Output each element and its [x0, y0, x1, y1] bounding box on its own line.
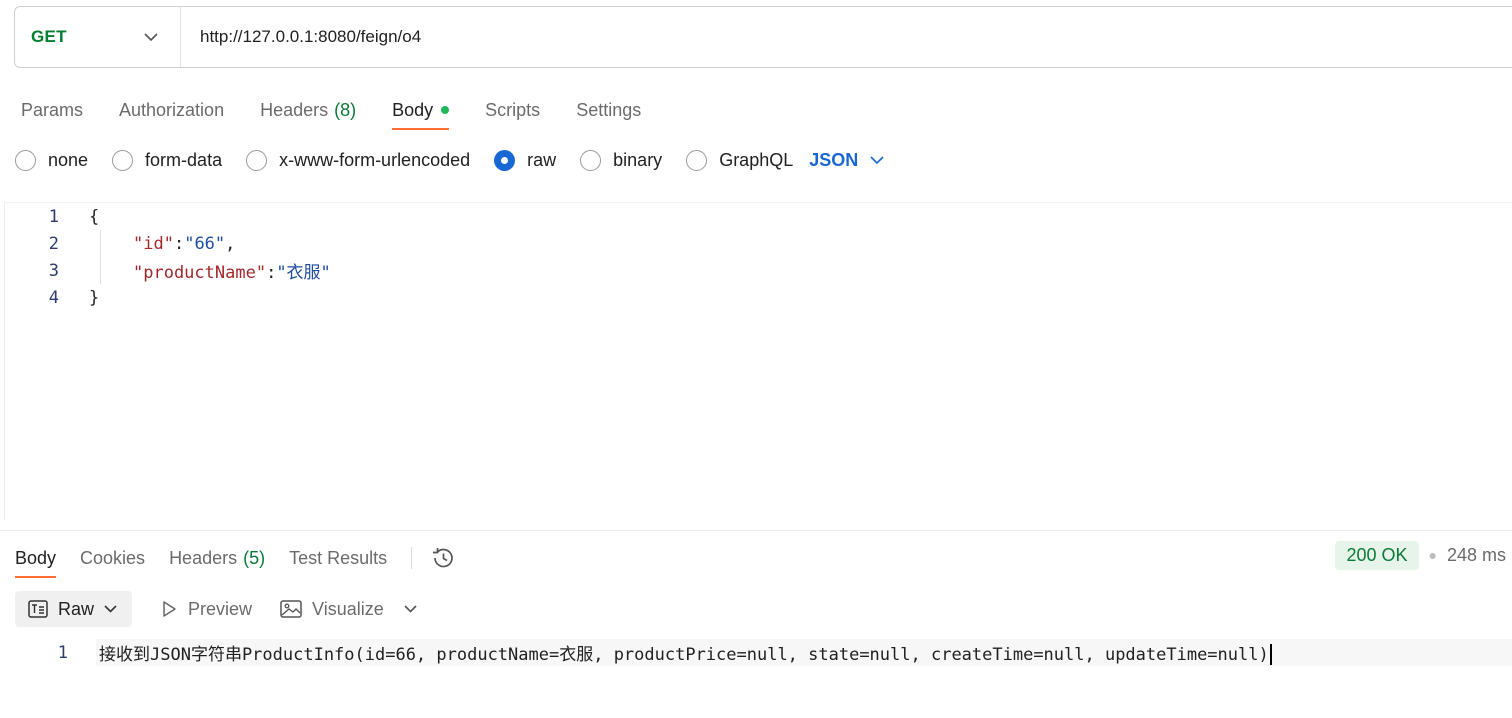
code-line: 1 { — [5, 203, 1512, 230]
body-type-form-data[interactable]: form-data — [112, 149, 223, 171]
line-number: 1 — [57, 642, 68, 663]
code-line: 3 "productName":"衣服" — [5, 257, 1512, 284]
headers-count: (5) — [243, 547, 266, 568]
method-label: GET — [31, 27, 67, 46]
code-line: 4 } — [5, 284, 1512, 311]
response-content: 接收到JSON字符串ProductInfo(id=66, productName… — [99, 644, 1269, 665]
json-tail: , — [225, 233, 236, 254]
url-input[interactable]: http://127.0.0.1:8080/feign/o4 — [181, 27, 421, 47]
modified-dot-icon — [441, 106, 450, 114]
tab-label: Body — [15, 547, 57, 568]
tab-params[interactable]: Params — [21, 90, 83, 130]
body-type-graphql[interactable]: GraphQL — [686, 149, 794, 171]
json-key: "productName" — [133, 263, 267, 283]
code-line: 2 "id":"66", — [5, 230, 1512, 257]
visualize-label: Visualize — [312, 598, 384, 619]
response-meta: 200 OK ● 248 ms — [1335, 539, 1506, 571]
json-key: "id" — [133, 233, 174, 254]
tab-label: Scripts — [485, 99, 541, 120]
resp-tab-body[interactable]: Body — [15, 538, 57, 578]
tab-label: Params — [21, 99, 84, 120]
pane-divider[interactable] — [0, 530, 1512, 531]
json-value: "衣服" — [276, 263, 331, 283]
json-value: "66" — [184, 233, 226, 254]
radio-icon[interactable] — [580, 149, 602, 171]
line-number: 1 — [48, 206, 59, 227]
status-badge[interactable]: 200 OK — [1335, 540, 1419, 570]
method-select[interactable]: GET — [15, 7, 181, 67]
response-body-line[interactable]: 1 接收到JSON字符串ProductInfo(id=66, productNa… — [0, 639, 1512, 666]
response-time[interactable]: 248 ms — [1447, 545, 1506, 566]
body-type-group: none form-data x-www-form-urlencoded raw… — [15, 146, 884, 174]
json-sep: : — [266, 263, 277, 283]
preview-label: Preview — [188, 598, 253, 619]
tab-label: Test Results — [289, 547, 388, 568]
response-tabs: Body Cookies Headers (5) Test Results — [15, 538, 456, 578]
preview-button[interactable]: Preview — [160, 599, 252, 620]
code-text: { — [89, 206, 100, 227]
tab-label: Headers — [260, 99, 329, 120]
radio-label: none — [48, 149, 89, 170]
code-text: "productName":"衣服" — [133, 258, 331, 283]
radio-label: form-data — [145, 149, 223, 170]
visualize-button[interactable]: Visualize — [280, 599, 384, 620]
body-type-none[interactable]: none — [15, 149, 89, 171]
format-label: Raw — [58, 598, 95, 619]
resp-tab-test-results[interactable]: Test Results — [289, 538, 387, 578]
chevron-down-icon — [404, 605, 417, 613]
radio-icon[interactable] — [246, 149, 268, 171]
code-text: } — [89, 287, 100, 308]
radio-icon[interactable] — [686, 149, 708, 171]
radio-label: GraphQL — [719, 149, 794, 170]
chevron-down-icon — [144, 32, 158, 41]
headers-count: (8) — [334, 99, 357, 120]
tab-label: Headers — [169, 547, 238, 568]
tab-label: Cookies — [80, 547, 146, 568]
tab-label: Settings — [576, 99, 642, 120]
resp-tab-cookies[interactable]: Cookies — [80, 538, 145, 578]
body-type-urlencoded[interactable]: x-www-form-urlencoded — [246, 149, 471, 171]
line-number: 2 — [48, 233, 59, 254]
line-number: 4 — [48, 287, 59, 308]
request-url-bar: GET http://127.0.0.1:8080/feign/o4 — [14, 6, 1512, 68]
image-icon — [280, 600, 302, 618]
radio-label: x-www-form-urlencoded — [279, 149, 471, 170]
radio-checked-icon[interactable] — [494, 149, 516, 171]
request-tabs: Params Authorization Headers (8) Body Scr… — [21, 90, 677, 132]
tab-scripts[interactable]: Scripts — [485, 90, 540, 130]
history-icon-svg — [433, 548, 453, 568]
play-icon — [163, 601, 176, 617]
visualize-dropdown[interactable] — [404, 605, 417, 613]
chevron-down-icon — [104, 605, 117, 613]
json-sep: : — [173, 233, 185, 254]
radio-icon[interactable] — [15, 149, 36, 171]
tab-authorization[interactable]: Authorization — [119, 90, 224, 130]
response-text: 接收到JSON字符串ProductInfo(id=66, productName… — [99, 640, 1272, 666]
tab-label: Authorization — [119, 99, 225, 120]
separator — [411, 547, 413, 569]
radio-label: binary — [613, 149, 663, 170]
language-select[interactable]: JSON — [809, 150, 884, 171]
history-icon[interactable] — [430, 545, 456, 571]
radio-icon[interactable] — [112, 149, 134, 171]
text-format-icon — [28, 600, 48, 618]
language-label: JSON — [809, 149, 859, 170]
line-number: 3 — [48, 260, 59, 281]
format-raw-button[interactable]: Raw — [15, 591, 132, 627]
tab-settings[interactable]: Settings — [576, 90, 641, 130]
body-type-raw[interactable]: raw — [494, 149, 557, 171]
body-type-binary[interactable]: binary — [580, 149, 663, 171]
chevron-down-icon — [870, 155, 884, 164]
radio-label: raw — [527, 149, 557, 170]
meta-separator: ● — [1428, 547, 1437, 563]
tab-label: Body — [392, 99, 434, 120]
tab-headers[interactable]: Headers (8) — [260, 90, 356, 130]
text-cursor — [1269, 644, 1272, 666]
response-toolbar: Raw Preview Visualize — [15, 591, 417, 627]
code-text: "id":"66", — [133, 234, 235, 254]
request-body-editor[interactable]: 1 { 2 "id":"66", 3 "productName":"衣服" 4 … — [4, 202, 1512, 520]
resp-tab-headers[interactable]: Headers (5) — [169, 538, 265, 578]
tab-body[interactable]: Body — [392, 90, 450, 130]
